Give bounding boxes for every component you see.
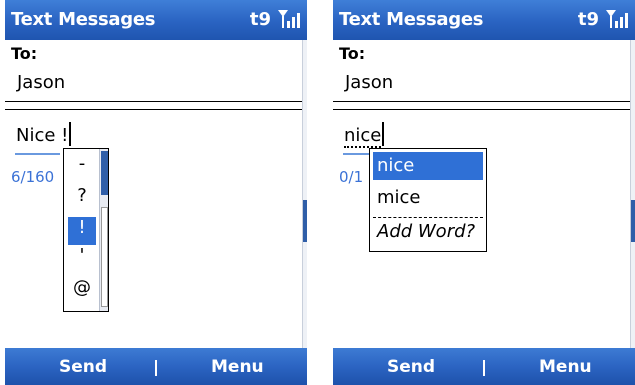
title-bar: Text Messages t9 xyxy=(5,0,307,40)
symbol-option-dash[interactable]: - xyxy=(68,153,96,181)
softkey-separator xyxy=(483,360,485,376)
add-word-option[interactable]: Add Word? xyxy=(373,217,483,245)
divider xyxy=(333,109,633,110)
scrollbar-thumb[interactable] xyxy=(303,200,307,242)
menu-softkey[interactable]: Menu xyxy=(539,357,592,377)
word-suggestion-popup[interactable]: nice mice Add Word? xyxy=(369,148,487,252)
symbol-option-exclamation[interactable]: ! xyxy=(68,217,96,245)
character-counter: 0/1 xyxy=(339,168,364,186)
t9-indicator: t9 xyxy=(577,9,599,30)
message-text: nice xyxy=(344,125,382,148)
scrollbar-track xyxy=(101,207,108,307)
divider xyxy=(5,109,305,110)
scrollbar-thumb[interactable] xyxy=(631,200,635,242)
t9-indicator: t9 xyxy=(249,9,271,30)
softkey-bar: Send Menu xyxy=(333,348,635,385)
suggestion-mice[interactable]: mice xyxy=(373,184,483,212)
to-label: To: xyxy=(339,44,366,63)
message-body-field[interactable]: nice xyxy=(344,122,385,148)
symbol-popup-scrollbar[interactable] xyxy=(99,149,108,311)
symbol-option-apostrophe[interactable]: ' xyxy=(68,245,96,273)
phone-screen-right: Text Messages t9 To: Jason nice 0/1 nice… xyxy=(333,0,635,385)
text-cursor xyxy=(382,122,385,146)
symbol-option-question[interactable]: ? xyxy=(68,185,96,213)
app-title: Text Messages xyxy=(339,9,484,30)
character-counter: 6/160 xyxy=(11,168,55,186)
screen-scrollbar[interactable] xyxy=(302,40,307,348)
signal-strength-icon xyxy=(606,10,628,28)
send-softkey[interactable]: Send xyxy=(59,357,107,377)
app-title: Text Messages xyxy=(11,9,156,30)
symbol-option-at[interactable]: @ xyxy=(68,277,96,305)
title-bar: Text Messages t9 xyxy=(333,0,635,40)
recipient-field[interactable]: Jason xyxy=(17,72,65,93)
send-softkey[interactable]: Send xyxy=(387,357,435,377)
phone-screen-left: Text Messages t9 To: Jason Nice ! 6/160 … xyxy=(5,0,307,385)
softkey-separator xyxy=(155,360,157,376)
scrollbar-thumb[interactable] xyxy=(101,151,108,195)
menu-softkey[interactable]: Menu xyxy=(211,357,264,377)
counter-underline xyxy=(15,153,60,155)
message-body-field[interactable]: Nice ! xyxy=(16,122,72,146)
divider xyxy=(333,101,633,102)
suggestion-nice[interactable]: nice xyxy=(373,152,483,180)
divider xyxy=(5,101,305,102)
screen-scrollbar[interactable] xyxy=(630,40,635,348)
softkey-bar: Send Menu xyxy=(5,348,307,385)
text-cursor xyxy=(69,122,72,146)
to-label: To: xyxy=(11,44,38,63)
recipient-field[interactable]: Jason xyxy=(345,72,393,93)
symbol-picker-popup[interactable]: - ? ! ' @ xyxy=(63,148,109,312)
message-text: Nice ! xyxy=(16,125,69,146)
signal-strength-icon xyxy=(278,10,300,28)
